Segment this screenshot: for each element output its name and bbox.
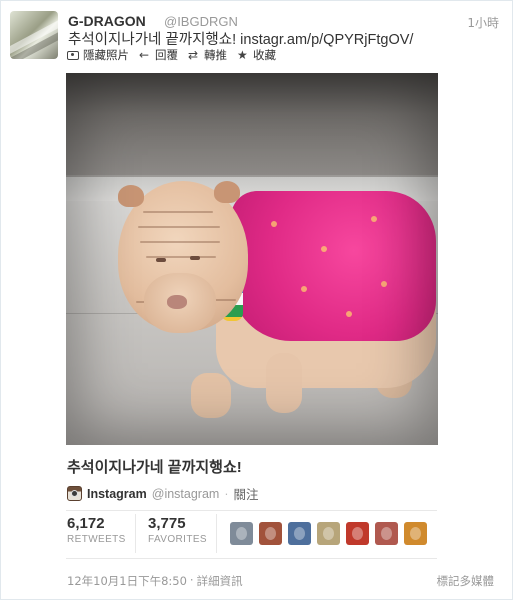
tweet-actions: 隱藏照片 ← 回覆 ⇄ 轉推 ★ 收藏 <box>67 47 276 63</box>
favorites-label: FAVORITES <box>148 534 207 545</box>
tweet-card: G-DRAGON @IBGDRGN 1小時 추석이지나가네 끝까지행쇼! ins… <box>0 0 513 600</box>
user-avatar-3[interactable] <box>288 522 311 545</box>
divider <box>66 510 437 511</box>
tweet-time[interactable]: 1小時 <box>467 14 499 31</box>
media-source-name[interactable]: Instagram <box>87 487 147 501</box>
divider <box>66 558 437 559</box>
favoriters-list <box>230 522 427 545</box>
separator-dot: · <box>224 486 229 501</box>
favorite-button[interactable]: ★ 收藏 <box>237 47 276 63</box>
media-icon <box>67 50 79 60</box>
tweet-text: 추석이지나가네 끝까지행쇼! instagr.am/p/QPYRjFtgOV/ <box>68 32 414 48</box>
username-handle[interactable]: @IBGDRGN <box>164 14 238 29</box>
hide-photo-button[interactable]: 隱藏照片 <box>67 47 129 63</box>
retweet-label: 轉推 <box>204 48 227 62</box>
separator-dot: · <box>189 573 194 587</box>
tweet-meta: 12年10月1日下午8:50 · 詳細資訊 <box>67 573 243 589</box>
user-avatar-7[interactable] <box>404 522 427 545</box>
divider <box>135 514 136 553</box>
retweets-label: RETWEETS <box>67 534 126 545</box>
retweet-icon: ⇄ <box>188 48 199 62</box>
reply-label: 回覆 <box>155 48 178 62</box>
flag-media-link[interactable]: 標記多媒體 <box>437 573 495 589</box>
retweets-stat[interactable]: 6,172 RETWEETS <box>67 515 126 545</box>
favorites-count: 3,775 <box>148 515 186 532</box>
favorites-stat[interactable]: 3,775 FAVORITES <box>148 515 207 545</box>
retweets-count: 6,172 <box>67 515 105 532</box>
divider <box>216 514 217 553</box>
star-icon: ★ <box>237 48 248 62</box>
user-avatar-1[interactable] <box>230 522 253 545</box>
user-avatar-6[interactable] <box>375 522 398 545</box>
favorite-label: 收藏 <box>253 48 276 62</box>
tweet-photo[interactable] <box>66 73 438 445</box>
user-avatar-5[interactable] <box>346 522 369 545</box>
media-caption: 추석이지나가네 끝까지행쇼! <box>67 459 242 476</box>
media-attribution: Instagram @instagram · 關注 <box>67 484 259 503</box>
retweet-button[interactable]: ⇄ 轉推 <box>188 47 227 63</box>
details-link[interactable]: 詳細資訊 <box>197 573 243 589</box>
avatar[interactable] <box>10 11 58 59</box>
media-source-handle[interactable]: @instagram <box>152 487 220 501</box>
user-avatar-4[interactable] <box>317 522 340 545</box>
reply-icon: ← <box>139 48 150 62</box>
hide-photo-label: 隱藏照片 <box>83 48 129 62</box>
instagram-icon <box>67 486 82 501</box>
follow-link[interactable]: 關注 <box>234 484 259 503</box>
display-name[interactable]: G-DRAGON <box>68 13 146 29</box>
tweet-timestamp[interactable]: 12年10月1日下午8:50 <box>67 573 187 589</box>
reply-button[interactable]: ← 回覆 <box>139 47 178 63</box>
user-avatar-2[interactable] <box>259 522 282 545</box>
